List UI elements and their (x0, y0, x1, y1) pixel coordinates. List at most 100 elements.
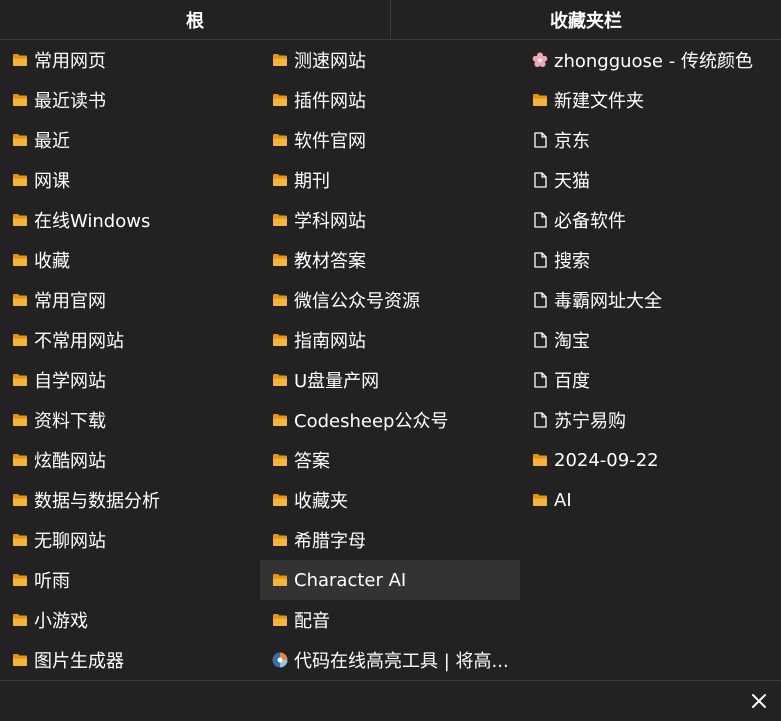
bookmark-label: 网课 (34, 171, 70, 192)
folder-icon (532, 492, 548, 508)
bookmark-label: 配音 (294, 611, 330, 632)
bookmark-item[interactable]: 指南网站 (260, 320, 520, 360)
bookmark-label: 新建文件夹 (554, 91, 644, 112)
bookmark-item[interactable]: 京东 (520, 120, 780, 160)
bookmark-item[interactable]: Character AI (260, 560, 520, 600)
bookmark-item[interactable]: 毒霸网址大全 (520, 280, 780, 320)
folder-icon (272, 212, 288, 228)
bookmark-label: 图片生成器 (34, 651, 124, 672)
folder-icon (272, 292, 288, 308)
bookmark-label: AI (554, 489, 572, 511)
folder-icon (532, 452, 548, 468)
bookmark-item[interactable]: 微信公众号资源 (260, 280, 520, 320)
folder-icon (272, 492, 288, 508)
bookmark-item[interactable]: 新建文件夹 (520, 80, 780, 120)
bookmark-item[interactable]: 最近 (0, 120, 260, 160)
bookmark-item[interactable]: 数据与数据分析 (0, 480, 260, 520)
bookmark-item[interactable]: 听雨 (0, 560, 260, 600)
bookmark-column-3: zhongguose - 传统颜色 新建文件夹京东天猫必备软件搜索毒霸网址大全 淘宝… (520, 40, 780, 520)
bookmark-item[interactable]: 代码在线高亮工具 | 将高... (260, 640, 520, 680)
bookmark-item[interactable]: 无聊网站 (0, 520, 260, 560)
bookmark-item[interactable]: U盘量产网 (260, 360, 520, 400)
close-icon[interactable] (749, 691, 769, 711)
bookmark-item[interactable]: zhongguose - 传统颜色 (520, 40, 780, 80)
bookmark-item[interactable]: 炫酷网站 (0, 440, 260, 480)
bookmark-item[interactable]: 在线Windows (0, 200, 260, 240)
bookmark-label: 天猫 (554, 171, 590, 192)
folder-icon (272, 412, 288, 428)
bookmark-item[interactable]: 小游戏 (0, 600, 260, 640)
bookmark-item[interactable]: 收藏 (0, 240, 260, 280)
bookmark-item[interactable]: 不常用网站 (0, 320, 260, 360)
folder-icon (272, 252, 288, 268)
bookmark-item[interactable]: 必备软件 (520, 200, 780, 240)
bookmark-item[interactable]: 网课 (0, 160, 260, 200)
folder-icon (12, 332, 28, 348)
bookmark-item[interactable]: 收藏夹 (260, 480, 520, 520)
bookmark-label: 数据与数据分析 (34, 491, 160, 512)
bookmark-label: 2024-09-22 (554, 449, 659, 471)
bookmark-label: 无聊网站 (34, 531, 106, 552)
folder-icon (272, 532, 288, 548)
bookmark-item[interactable]: 软件官网 (260, 120, 520, 160)
page-icon (532, 132, 548, 148)
page-icon (532, 292, 548, 308)
bookmark-label: zhongguose - 传统颜色 (554, 51, 753, 72)
bookmark-label: U盘量产网 (294, 371, 380, 392)
bookmark-item[interactable]: Codesheep公众号 (260, 400, 520, 440)
bookmark-grid: 常用网页最近读书最近网课在线Windows 收藏 常用官网 不常用网站自学网站资料下载… (0, 40, 781, 680)
bookmark-label: 测速网站 (294, 51, 366, 72)
site-favicon-icon (272, 652, 288, 668)
folder-icon (272, 572, 288, 588)
bookmark-item[interactable]: 测速网站 (260, 40, 520, 80)
tab-root[interactable]: 根 (0, 0, 390, 39)
bookmark-item[interactable]: 淘宝 (520, 320, 780, 360)
bookmark-item[interactable]: 答案 (260, 440, 520, 480)
folder-icon (12, 532, 28, 548)
bookmark-label: 软件官网 (294, 131, 366, 152)
folder-icon (12, 132, 28, 148)
bookmark-label: 苏宁易购 (554, 411, 626, 432)
bookmark-item[interactable]: 期刊 (260, 160, 520, 200)
folder-icon (272, 612, 288, 628)
page-icon (532, 372, 548, 388)
page-icon (532, 412, 548, 428)
bookmark-label: 炫酷网站 (34, 451, 106, 472)
bookmark-item[interactable]: 希腊字母 (260, 520, 520, 560)
bookmark-label: Codesheep公众号 (294, 411, 449, 432)
bookmark-item[interactable]: 百度 (520, 360, 780, 400)
bookmark-label: 教材答案 (294, 251, 366, 272)
bookmark-item[interactable]: 资料下载 (0, 400, 260, 440)
bookmark-label: 代码在线高亮工具 | 将高... (294, 651, 509, 672)
bookmark-item[interactable]: 教材答案 (260, 240, 520, 280)
bookmark-item[interactable]: 最近读书 (0, 80, 260, 120)
bookmark-item[interactable]: 搜索 (520, 240, 780, 280)
flower-favicon-icon (532, 52, 548, 68)
tab-favorites-bar[interactable]: 收藏夹栏 (390, 0, 781, 39)
folder-icon (12, 52, 28, 68)
bookmark-item[interactable]: AI (520, 480, 780, 520)
bookmark-item[interactable]: 学科网站 (260, 200, 520, 240)
folder-icon (272, 52, 288, 68)
folder-icon (272, 92, 288, 108)
folder-icon (12, 172, 28, 188)
bookmark-item[interactable]: 常用网页 (0, 40, 260, 80)
bookmark-label: 小游戏 (34, 611, 88, 632)
bookmark-label: 自学网站 (34, 371, 106, 392)
bookmark-label: 听雨 (34, 571, 70, 592)
bookmark-label: 学科网站 (294, 211, 366, 232)
bookmark-item[interactable]: 图片生成器 (0, 640, 260, 680)
bookmark-item[interactable]: 配音 (260, 600, 520, 640)
bookmark-label: 微信公众号资源 (294, 291, 420, 312)
bookmark-label: Character AI (294, 569, 407, 591)
bookmark-item[interactable]: 插件网站 (260, 80, 520, 120)
page-icon (532, 332, 548, 348)
bookmark-item[interactable]: 天猫 (520, 160, 780, 200)
bookmark-label: 指南网站 (294, 331, 366, 352)
bookmark-label: 搜索 (554, 251, 590, 272)
bookmark-item[interactable]: 自学网站 (0, 360, 260, 400)
bookmark-item[interactable]: 2024-09-22 (520, 440, 780, 480)
bookmark-item[interactable]: 常用官网 (0, 280, 260, 320)
bookmark-label: 最近读书 (34, 91, 106, 112)
bookmark-item[interactable]: 苏宁易购 (520, 400, 780, 440)
